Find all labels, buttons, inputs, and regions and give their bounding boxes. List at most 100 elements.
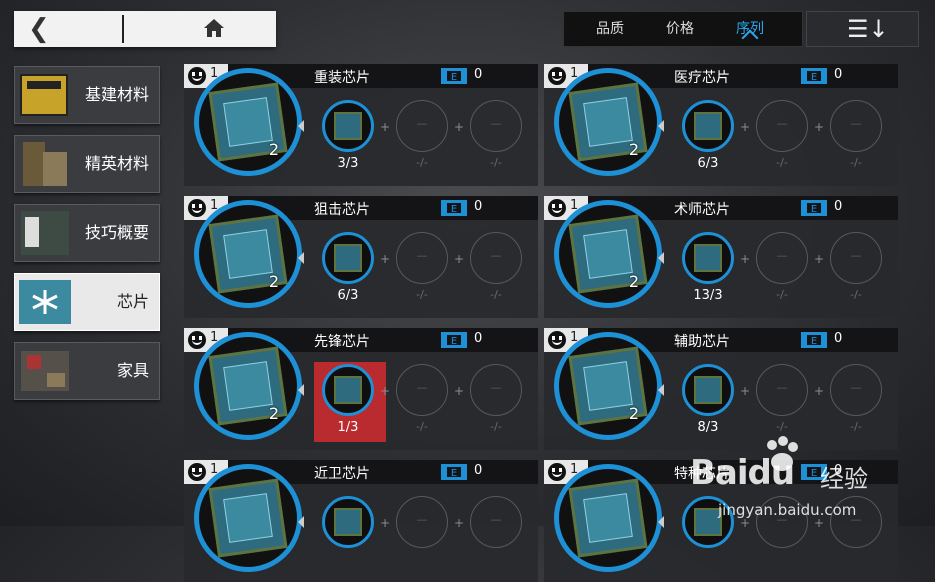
slot-progress: -/- [850, 288, 862, 301]
chip-card[interactable]: 1 先锋芯片 E 0 2 + — + —1/3 -/- -/- [184, 328, 538, 450]
chip-graphic [208, 478, 288, 558]
ticket-count: 0 [474, 199, 483, 214]
material-slot-filled[interactable] [682, 100, 734, 152]
material-slot-filled[interactable] [322, 364, 374, 416]
material-slot-filled[interactable] [322, 232, 374, 284]
chip-count: 2 [628, 404, 639, 423]
material-slot-empty[interactable]: — [396, 496, 448, 548]
material-slot-empty[interactable]: — [756, 232, 808, 284]
ticket-icon: E [441, 332, 467, 348]
empty-slot-glyph: — [850, 249, 862, 262]
slot-progress: -/- [490, 420, 502, 433]
chip-emblem [583, 493, 633, 543]
back-button[interactable]: ❮ [14, 11, 276, 47]
material-chip-icon [334, 112, 362, 140]
ticket-count: 0 [474, 331, 483, 346]
slot-progress: 6/3 [697, 156, 719, 171]
chip-icon[interactable] [554, 464, 662, 572]
plus-icon: + [814, 120, 825, 134]
slot-progress: -/- [416, 420, 428, 433]
sidebar-item-furniture[interactable]: 家具 [14, 342, 160, 400]
chip-emblem [583, 361, 633, 411]
chip-card[interactable]: 1 医疗芯片 E 0 2 + — + —6/3 -/- -/- [544, 64, 898, 186]
chip-count: 2 [628, 140, 639, 159]
material-slot-empty[interactable]: — [756, 364, 808, 416]
chip-icon[interactable]: 2 [554, 68, 662, 176]
chip-card[interactable]: 1 重装芯片 E 0 2 + — + —3/3 -/- -/- [184, 64, 538, 186]
sidebar-item-elite-materials[interactable]: 精英材料 [14, 135, 160, 193]
smile-icon [548, 199, 566, 217]
chip-graphic [568, 478, 648, 558]
plus-icon: + [380, 516, 391, 530]
material-slot-empty[interactable]: — [830, 364, 882, 416]
chip-name: 先锋芯片 [314, 334, 370, 350]
slot-progress: 3/3 [337, 156, 359, 171]
pointer-arrow-icon [298, 384, 304, 396]
svg-text:E: E [811, 72, 817, 83]
sidebar-item-skill-summary[interactable]: 技巧概要 [14, 204, 160, 262]
empty-slot-glyph: — [490, 117, 502, 130]
smile-icon [548, 331, 566, 349]
sidebar-item-base-materials[interactable]: 基建材料 [14, 66, 160, 124]
sidebar-item-label: 家具 [116, 361, 149, 380]
pointer-arrow-icon [298, 120, 304, 132]
home-button[interactable] [154, 11, 276, 47]
slot-progress: -/- [416, 288, 428, 301]
material-slot-filled[interactable] [322, 100, 374, 152]
svg-text:E: E [811, 336, 817, 347]
tab-quality[interactable]: 品质 [580, 12, 640, 46]
material-slot-empty[interactable]: — [396, 364, 448, 416]
chip-emblem [583, 97, 633, 147]
chip-icon[interactable]: 2 [554, 200, 662, 308]
material-slot-empty[interactable]: — [756, 100, 808, 152]
material-slot-empty[interactable]: — [470, 364, 522, 416]
tab-price[interactable]: 价格 [650, 12, 710, 46]
material-slot-empty[interactable]: — [470, 100, 522, 152]
chip-card[interactable]: 1 狙击芯片 E 0 2 + — + —6/3 -/- -/- [184, 196, 538, 318]
chip-count: 2 [268, 272, 279, 291]
ticket-icon: E [441, 200, 467, 216]
slot-progress: -/- [490, 156, 502, 169]
plus-icon: + [814, 384, 825, 398]
ticket-count: 0 [834, 67, 843, 82]
empty-slot-glyph: — [416, 381, 428, 394]
chip-emblem [223, 229, 273, 279]
plus-icon: + [740, 384, 751, 398]
svg-text:E: E [811, 204, 817, 215]
chip-icon[interactable]: 2 [194, 68, 302, 176]
chip-card[interactable]: 1 术师芯片 E 0 2 + — + —13/3 -/- -/- [544, 196, 898, 318]
chip-icon[interactable]: 2 [194, 332, 302, 440]
material-slot-filled[interactable] [682, 364, 734, 416]
chip-icon[interactable]: 2 [554, 332, 662, 440]
back-arrow-icon[interactable]: ❮ [28, 16, 50, 42]
sidebar-item-label: 基建材料 [84, 85, 149, 104]
chip-icon[interactable]: 2 [194, 200, 302, 308]
chip-card[interactable]: 1 近卫芯片 E 0 + — + — [184, 460, 538, 582]
ticket-count: 0 [474, 67, 483, 82]
chip-name: 重装芯片 [314, 70, 370, 86]
material-slot-empty[interactable]: — [830, 232, 882, 284]
plus-icon: + [454, 120, 465, 134]
material-slot-empty[interactable]: — [830, 100, 882, 152]
material-slot-empty[interactable]: — [470, 496, 522, 548]
slot-progress: -/- [416, 156, 428, 169]
home-icon[interactable] [202, 16, 226, 40]
material-slot-filled[interactable] [682, 232, 734, 284]
ticket-count: 0 [834, 199, 843, 214]
ticket-icon: E [801, 68, 827, 84]
tab-sequence[interactable]: 序列 [720, 12, 780, 47]
svg-text:E: E [451, 336, 457, 347]
chip-icon[interactable] [194, 464, 302, 572]
material-slot-empty[interactable]: — [396, 232, 448, 284]
ticket-count: 0 [474, 463, 483, 478]
svg-text:E: E [451, 468, 457, 479]
ticket-icon: E [801, 200, 827, 216]
sort-order-button[interactable]: ☰↓ [806, 11, 919, 47]
sidebar-item-chips[interactable]: 芯片 [14, 273, 160, 331]
material-slot-filled[interactable] [322, 496, 374, 548]
material-slot-empty[interactable]: — [396, 100, 448, 152]
svg-text:E: E [451, 72, 457, 83]
material-slot-empty[interactable]: — [470, 232, 522, 284]
smile-icon [548, 463, 566, 481]
plus-icon: + [380, 252, 391, 266]
